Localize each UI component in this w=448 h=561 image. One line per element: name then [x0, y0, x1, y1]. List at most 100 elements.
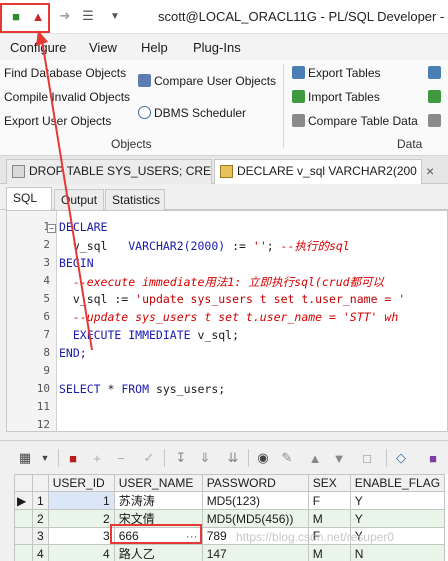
next-icon[interactable]: ▼ [330, 449, 348, 467]
compare-user-objects-button[interactable]: Compare User Objects [138, 74, 276, 88]
clear-icon[interactable]: ✎ [278, 449, 296, 467]
clock-icon [138, 106, 151, 119]
cell-sex[interactable]: F [307, 491, 351, 510]
close-icon[interactable]: × [426, 163, 434, 179]
cell-user-id[interactable]: 1 [47, 491, 115, 510]
window-title: scott@LOCAL_ORACL11G - PL/SQL Developer … [158, 9, 448, 24]
dbms-scheduler-label: DBMS Scheduler [154, 106, 247, 120]
cell-password[interactable]: MD5(MD5(456)) [201, 509, 309, 528]
cell-enable-flag[interactable]: N [349, 544, 446, 561]
query-by-example-icon[interactable]: □ [358, 449, 376, 467]
ribbon-more-icon-1[interactable] [428, 66, 444, 80]
fold-toggle-icon[interactable]: − [47, 224, 56, 233]
current-row-indicator: ▶ [14, 491, 33, 510]
delete-record-icon[interactable]: − [112, 449, 130, 467]
code-line-5: v_sql := 'update sys_users t set t.user_… [59, 292, 406, 306]
column-header-sex[interactable]: SEX [307, 474, 351, 492]
save-results-icon[interactable]: ■ [424, 449, 442, 467]
sql-window-icon [220, 165, 233, 178]
tab-sql[interactable]: SQL [6, 187, 52, 210]
tab-statistics[interactable]: Statistics [105, 189, 165, 210]
export-tables-label: Export Tables [308, 66, 381, 80]
previous-icon[interactable]: ▲ [306, 449, 324, 467]
ribbon: Find Database Objects Compile Invalid Ob… [0, 60, 448, 156]
compile-invalid-objects-button[interactable]: Compile Invalid Objects [4, 90, 130, 104]
cell-user-name[interactable]: 苏涛涛 [113, 491, 203, 510]
column-header-enable-flag[interactable]: ENABLE_FLAG [349, 474, 446, 492]
cell-user-id[interactable]: 4 [47, 544, 115, 561]
next-page-icon[interactable]: ⇓ [196, 449, 214, 467]
editor-sub-tabs: SQL Output Statistics [0, 184, 448, 210]
row-indicator-header [14, 474, 33, 492]
table-row[interactable]: 4 4 路人乙 147 M N [14, 544, 446, 561]
import-tables-label: Import Tables [308, 90, 380, 104]
line-number: 1 [10, 220, 50, 233]
export-user-objects-button[interactable]: Export User Objects [4, 114, 111, 128]
export-tables-button[interactable]: Export Tables [292, 66, 381, 80]
cell-user-id[interactable]: 2 [47, 509, 115, 528]
code-line-6: --update sys_users t set t.user_name = '… [59, 310, 399, 324]
line-number: 8 [43, 346, 50, 359]
column-header-password[interactable]: PASSWORD [201, 474, 309, 492]
code-line-8: END; [59, 346, 87, 360]
code-line-7: EXECUTE IMMEDIATE v_sql; [59, 328, 240, 342]
menu-bar: Configure View Help Plug-Ins [0, 34, 448, 60]
import-tables-icon [292, 90, 305, 103]
results-table: USER_ID USER_NAME PASSWORD SEX ENABLE_FL… [14, 474, 446, 561]
insert-record-icon[interactable]: + [88, 449, 106, 467]
column-header-user-id[interactable]: USER_ID [47, 474, 115, 492]
data-group-label: Data [397, 137, 423, 151]
code-line-3: BEGIN [59, 256, 94, 270]
line-number: 6 [43, 310, 50, 323]
results-grid: USER_ID USER_NAME PASSWORD SEX ENABLE_FL… [14, 474, 448, 561]
line-number: 3 [43, 256, 50, 269]
post-changes-icon[interactable]: ✓ [140, 449, 158, 467]
settings-icon[interactable]: ☰ [78, 6, 98, 26]
table-header-row: USER_ID USER_NAME PASSWORD SEX ENABLE_FL… [14, 474, 446, 492]
title-bar: ■ ▲ ➜ ☰ ▼ scott@LOCAL_ORACL11G - PL/SQL … [0, 0, 448, 34]
cell-sex[interactable]: M [307, 544, 351, 561]
find-icon[interactable]: ◉ [254, 449, 272, 467]
menu-help[interactable]: Help [141, 40, 168, 55]
cell-user-name[interactable]: 路人乙 [113, 544, 203, 561]
back-icon[interactable]: ➜ [55, 6, 75, 26]
tab-declare[interactable]: DECLARE v_sql VARCHAR2(200 ... [214, 159, 422, 184]
tab-declare-label: DECLARE v_sql VARCHAR2(200 ... [237, 164, 422, 178]
menu-configure[interactable]: Configure [10, 40, 66, 55]
column-header-user-name[interactable]: USER_NAME [113, 474, 203, 492]
tab-drop-table[interactable]: DROP TABLE SYS_USERS; CREA ... [6, 159, 212, 184]
grid-view-icon[interactable]: ▦ [16, 449, 34, 467]
cell-enable-flag[interactable]: Y [349, 491, 446, 510]
dbms-scheduler-button[interactable]: DBMS Scheduler [138, 106, 246, 120]
ribbon-more-icon-2[interactable] [428, 90, 444, 104]
cell-password[interactable]: 147 [201, 544, 309, 561]
ribbon-more-icon-3[interactable] [428, 114, 444, 128]
cell-user-id[interactable]: 3 [47, 527, 115, 545]
first-record-icon[interactable]: ↧ [172, 449, 190, 467]
objects-group-label: Objects [111, 137, 152, 151]
last-page-icon[interactable]: ⇊ [224, 449, 242, 467]
cell-enable-flag[interactable]: Y [349, 509, 446, 528]
dropdown-icon[interactable]: ▼ [105, 6, 125, 26]
find-database-objects-button[interactable]: Find Database Objects [4, 66, 126, 80]
chevron-down-icon[interactable]: ▼ [36, 449, 54, 467]
line-number: 9 [43, 364, 50, 377]
cell-sex[interactable]: M [307, 509, 351, 528]
cell-password[interactable]: MD5(123) [201, 491, 309, 510]
compare-table-data-button[interactable]: Compare Table Data [292, 114, 418, 128]
tab-output[interactable]: Output [54, 189, 104, 210]
toolbar-separator [164, 449, 165, 467]
import-tables-button[interactable]: Import Tables [292, 90, 380, 104]
compare-icon [138, 74, 151, 87]
toolbar-separator [386, 449, 387, 467]
export-results-icon[interactable]: ◇ [392, 449, 410, 467]
code-line-10: SELECT * FROM sys_users; [59, 382, 226, 396]
lock-icon[interactable]: ■ [64, 449, 82, 467]
table-row[interactable]: 2 2 宋文倩 MD5(MD5(456)) M Y [14, 509, 446, 528]
line-number: 12 [36, 418, 50, 431]
sql-editor[interactable]: 1 2 3 4 5 6 7 8 9 10 11 12 − DECLARE v_s… [6, 210, 448, 432]
menu-view[interactable]: View [89, 40, 117, 55]
menu-plugins[interactable]: Plug-Ins [193, 40, 241, 55]
code-line-1: DECLARE [59, 220, 108, 234]
table-row[interactable]: ▶ 1 1 苏涛涛 MD5(123) F Y [14, 491, 446, 510]
